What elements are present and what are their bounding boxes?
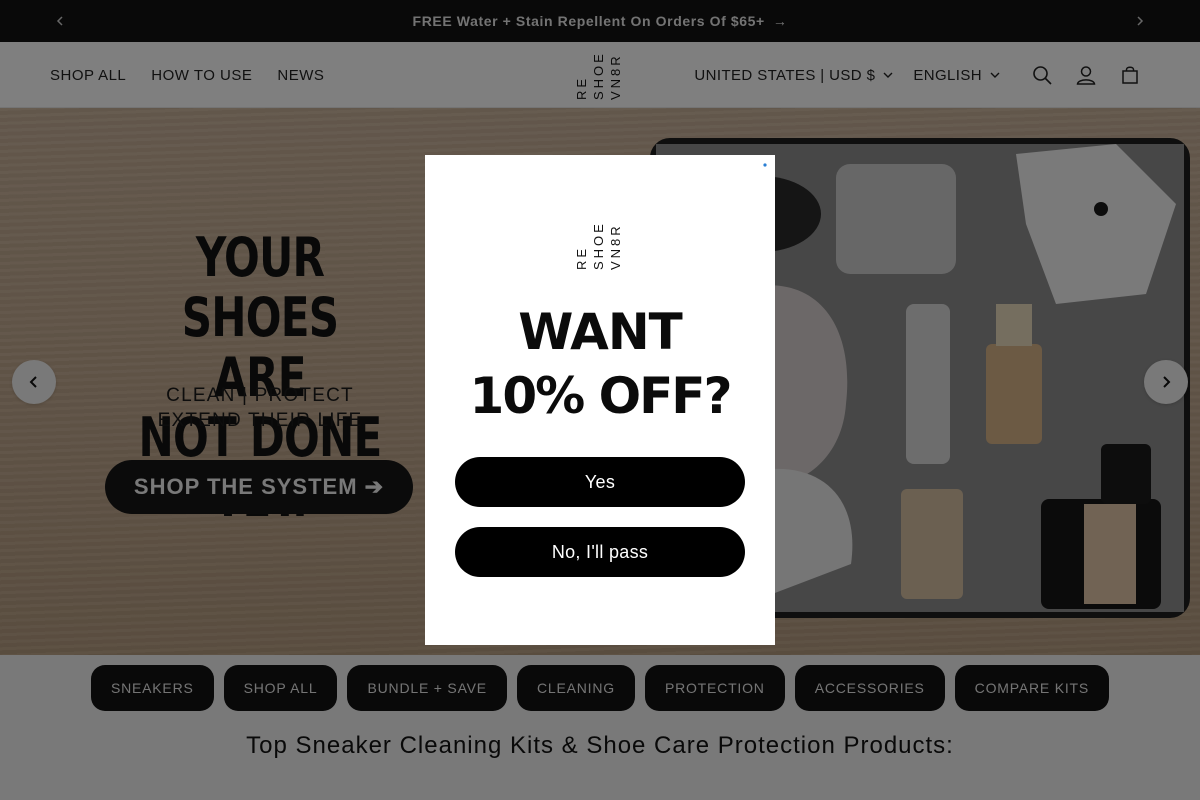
discount-popup: RE SHOE VN8R WANT 10% OFF? Yes No, I'll … [425, 155, 775, 645]
popup-offer-line-2: 10% OFF? [469, 367, 733, 425]
popup-offer-heading: WANT 10% OFF? [425, 300, 775, 428]
popup-logo-line-shoe: SHOE [591, 221, 606, 270]
popup-close-button[interactable] [761, 161, 769, 169]
popup-no-button[interactable]: No, I'll pass [455, 527, 745, 577]
popup-logo-line-re: RE [575, 246, 589, 270]
popup-logo: RE SHOE VN8R [575, 221, 623, 270]
popup-offer-line-1: WANT [518, 303, 683, 361]
popup-logo-line-vn8r: VN8R [608, 223, 623, 270]
close-icon [763, 163, 767, 167]
popup-yes-button[interactable]: Yes [455, 457, 745, 507]
